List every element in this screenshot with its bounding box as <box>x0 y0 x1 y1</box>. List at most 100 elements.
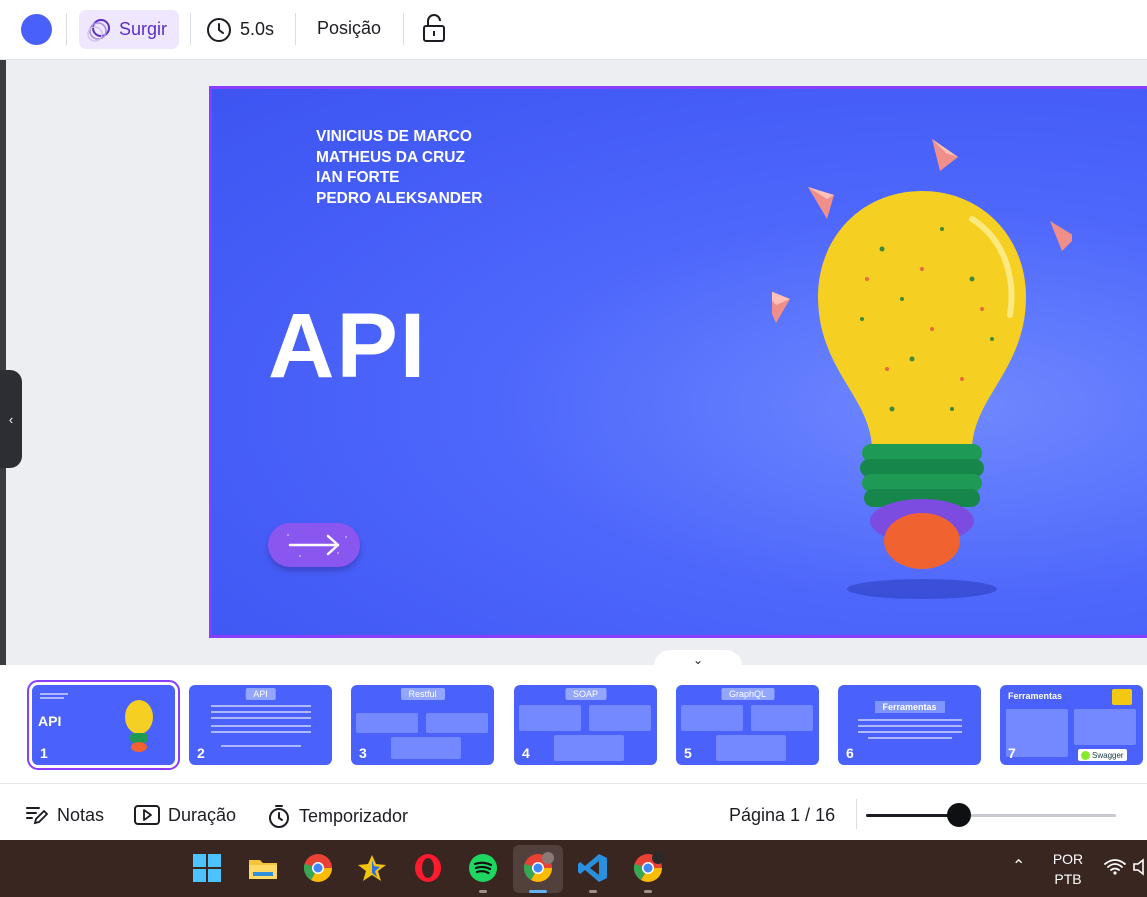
folder-icon <box>1112 689 1132 705</box>
thumbnail-page-2[interactable]: API 2 <box>189 685 332 765</box>
footer-divider <box>856 799 857 829</box>
vscode-icon[interactable] <box>577 852 609 884</box>
timing-button[interactable]: 5.0s <box>206 10 274 49</box>
spotify-icon[interactable] <box>467 852 499 884</box>
author-line: VINICIUS DE MARCO <box>316 128 472 145</box>
thumb-number: 4 <box>522 745 530 761</box>
thumb-number: 3 <box>359 745 367 761</box>
author-line: MATHEUS DA CRUZ <box>316 148 465 166</box>
thumb-card <box>426 713 488 733</box>
duration-label: Duração <box>168 804 237 825</box>
thumb-text-line <box>858 731 962 733</box>
toolbar-divider <box>295 13 296 45</box>
running-indicator <box>644 890 652 893</box>
stopwatch-icon <box>269 805 289 828</box>
file-explorer-icon[interactable] <box>247 852 279 884</box>
timer-button[interactable]: Temporizador <box>267 804 408 828</box>
thumb-text-line <box>40 697 64 699</box>
wifi-icon[interactable] <box>1104 858 1126 876</box>
keyboard-layout: PTB <box>1054 871 1082 887</box>
thumbnail-page-1[interactable]: API 1 <box>27 680 180 770</box>
thumb-text-line <box>211 711 311 713</box>
slide-canvas[interactable]: VINICIUS DE MARCO MATHEUS DA CRUZ IAN FO… <box>209 86 1147 638</box>
thumb-text-line <box>211 725 311 727</box>
thumbnail-page-4[interactable]: SOAP 4 <box>514 685 657 765</box>
notes-button[interactable]: Notas <box>25 804 104 826</box>
star-app-icon[interactable] <box>356 852 388 884</box>
thumb-text-line <box>211 705 311 707</box>
animation-label: Surgir <box>119 19 168 39</box>
editor-footer: Notas Duração Temporizador Página 1 / 16 <box>0 783 1147 840</box>
thumb-title: API <box>245 688 276 700</box>
position-button[interactable]: Posição <box>317 18 381 39</box>
opera-icon[interactable] <box>412 852 444 884</box>
chrome-profile-icon[interactable] <box>522 852 554 884</box>
clock-icon <box>207 17 231 42</box>
chrome-icon[interactable] <box>632 852 664 884</box>
volume-icon[interactable] <box>1132 858 1147 876</box>
expand-pages-tab[interactable]: ⌄ <box>654 650 742 667</box>
author-line: PEDRO ALEKSANDER <box>316 189 483 207</box>
play-box-icon <box>134 805 160 825</box>
thumbnail-page-5[interactable]: GraphQL 5 <box>676 685 819 765</box>
timing-label: 5.0s <box>240 19 275 39</box>
slide-title[interactable]: API <box>268 294 427 399</box>
thumb-card <box>751 705 813 731</box>
windows-taskbar: ⌃ POR PTB <box>0 840 1147 897</box>
thumb-card <box>519 705 581 731</box>
windows-start-icon[interactable] <box>191 852 223 884</box>
toolbar-divider <box>190 13 191 45</box>
author-line: IAN FORTE <box>316 169 400 186</box>
toolbar-divider <box>403 13 404 45</box>
thumb-number: 5 <box>684 745 692 761</box>
language-indicator[interactable]: POR PTB <box>1050 849 1086 889</box>
thumb-text-line <box>221 745 301 747</box>
swagger-icon <box>1081 750 1090 760</box>
thumb-card <box>589 705 651 731</box>
active-indicator <box>529 890 547 893</box>
zoom-slider[interactable] <box>866 803 1116 827</box>
editor-toolbar: Surgir 5.0s Posição <box>0 0 1147 60</box>
arrow-right-icon <box>287 534 347 557</box>
animation-icon <box>87 18 110 42</box>
thumb-text-line <box>858 725 962 727</box>
thumb-number: 1 <box>40 745 48 761</box>
thumb-title: SOAP <box>564 688 607 700</box>
thumbnail-page-3[interactable]: Restful 3 <box>351 685 494 765</box>
collapse-panel-handle[interactable]: ‹ <box>0 370 22 468</box>
thumb-text-line <box>40 693 68 695</box>
thumbnail-page-7[interactable]: Ferramentas Swagger 7 <box>1000 685 1143 765</box>
thumb-number: 7 <box>1008 745 1016 761</box>
thumb-title: Ferramentas <box>874 701 945 713</box>
zoom-slider-handle[interactable] <box>946 803 971 827</box>
thumb-card <box>681 705 743 731</box>
page-indicator[interactable]: Página 1 / 16 <box>729 805 835 826</box>
thumb-card <box>356 713 418 733</box>
zoom-slider-fill <box>866 814 959 817</box>
slide-authors[interactable]: VINICIUS DE MARCO MATHEUS DA CRUZ IAN FO… <box>316 127 483 209</box>
thumb-title: Ferramentas <box>1008 691 1063 701</box>
lock-icon[interactable] <box>420 13 448 43</box>
thumb-text-line <box>858 719 962 721</box>
running-indicator <box>589 890 597 893</box>
thumbnail-page-6[interactable]: Ferramentas 6 <box>838 685 981 765</box>
show-hidden-icons-chevron[interactable]: ⌃ <box>1012 857 1025 877</box>
slide-arrow-button[interactable] <box>268 523 360 567</box>
thumb-title: API <box>38 713 62 729</box>
thumb-card <box>716 735 786 761</box>
thumb-text-line <box>211 731 311 733</box>
timer-label: Temporizador <box>299 805 409 826</box>
lightbulb-illustration[interactable] <box>772 109 1072 599</box>
thumb-title: GraphQL <box>720 688 775 700</box>
chrome-icon[interactable] <box>302 852 334 884</box>
thumb-number: 2 <box>197 745 205 761</box>
thumb-card <box>391 737 461 759</box>
animation-button[interactable]: Surgir <box>79 10 179 49</box>
duration-button[interactable]: Duração <box>134 804 236 826</box>
thumb-text-line <box>211 717 311 719</box>
thumb-title: Restful <box>400 688 445 700</box>
thumb-card <box>1074 709 1136 745</box>
page-thumbnails: API 1 API 2 Restful 3 SOAP 4 GraphQL 5 F… <box>0 665 1147 783</box>
thumb-text-line <box>868 737 952 739</box>
color-swatch-button[interactable] <box>21 14 52 45</box>
